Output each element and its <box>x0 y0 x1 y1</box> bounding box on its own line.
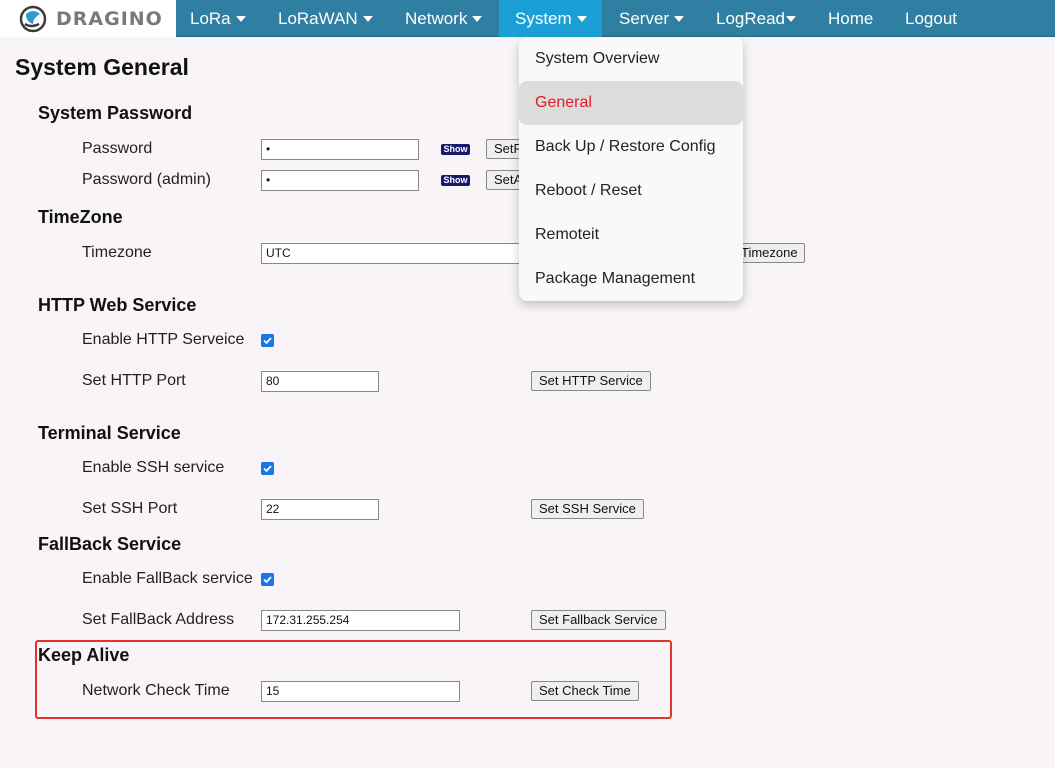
page-title: System General <box>15 54 189 80</box>
checkmark-icon <box>263 465 272 473</box>
password-label: Password <box>82 140 153 157</box>
password-admin-label: Password (admin) <box>82 171 211 188</box>
fallback-address-label: Set FallBack Address <box>82 611 235 628</box>
dragino-logo-icon <box>19 5 47 32</box>
enable-ssh-checkbox[interactable] <box>261 462 274 475</box>
caret-down-icon <box>786 15 797 22</box>
fallback-service-heading: FallBack Service <box>38 534 182 554</box>
nav-network-label: Network <box>405 9 468 28</box>
nav-logread[interactable]: LogRead <box>704 0 808 37</box>
nav-home-label: Home <box>828 9 874 28</box>
caret-down-icon <box>235 15 246 22</box>
http-port-input[interactable]: 80 <box>261 371 379 392</box>
logo-text: DRAGINO <box>56 7 163 30</box>
http-port-label: Set HTTP Port <box>82 372 186 389</box>
nav-server[interactable]: Server <box>607 0 696 37</box>
terminal-service-heading: Terminal Service <box>38 423 181 443</box>
nav-home[interactable]: Home <box>816 0 885 37</box>
enable-fallback-label: Enable FallBack service <box>82 570 253 587</box>
menu-item-system-overview[interactable]: System Overview <box>519 37 743 81</box>
caret-down-icon <box>472 15 483 22</box>
nav-lora-label: LoRa <box>190 9 231 28</box>
timezone-heading: TimeZone <box>38 207 123 227</box>
menu-item-reboot-reset[interactable]: Reboot / Reset <box>519 169 743 213</box>
caret-down-icon <box>674 15 685 22</box>
keep-alive-heading: Keep Alive <box>38 645 130 665</box>
set-check-time-button[interactable]: Set Check Time <box>531 681 639 701</box>
caret-down-icon <box>362 15 373 22</box>
checkmark-icon <box>263 576 272 584</box>
dragino-logo[interactable]: DRAGINO <box>0 0 176 37</box>
menu-item-package-management[interactable]: Package Management <box>519 257 743 301</box>
menu-item-remoteit[interactable]: Remoteit <box>519 213 743 257</box>
show-admin-password-button[interactable]: Show <box>441 175 470 186</box>
timezone-select[interactable]: UTC <box>261 243 531 264</box>
nav-logread-label: LogRead <box>716 9 786 28</box>
set-http-service-button[interactable]: Set HTTP Service <box>531 371 651 391</box>
nav-system[interactable]: System <box>499 0 602 37</box>
enable-http-label: Enable HTTP Serveice <box>82 331 245 348</box>
menu-item-backup-restore[interactable]: Back Up / Restore Config <box>519 125 743 169</box>
enable-ssh-label: Enable SSH service <box>82 459 225 476</box>
password-admin-input[interactable]: • <box>261 170 419 191</box>
nav-logout[interactable]: Logout <box>893 0 969 37</box>
ssh-port-label: Set SSH Port <box>82 500 178 517</box>
network-check-time-input[interactable]: 15 <box>261 681 460 702</box>
show-password-button[interactable]: Show <box>441 144 470 155</box>
enable-http-checkbox[interactable] <box>261 334 274 347</box>
nav-lora[interactable]: LoRa <box>178 0 258 37</box>
set-fallback-service-button[interactable]: Set Fallback Service <box>531 610 666 630</box>
system-dropdown-menu: System Overview General Back Up / Restor… <box>519 37 743 301</box>
set-ssh-service-button[interactable]: Set SSH Service <box>531 499 644 519</box>
checkmark-icon <box>263 337 272 345</box>
ssh-port-input[interactable]: 22 <box>261 499 379 520</box>
keep-alive-highlight-box <box>35 640 672 719</box>
password-input[interactable]: • <box>261 139 419 160</box>
menu-item-general[interactable]: General <box>519 81 743 125</box>
enable-fallback-checkbox[interactable] <box>261 573 274 586</box>
caret-down-icon <box>576 15 587 22</box>
nav-lorawan[interactable]: LoRaWAN <box>266 0 385 37</box>
top-navbar: DRAGINO LoRa LoRaWAN Network System Serv… <box>0 0 1055 37</box>
network-check-time-label: Network Check Time <box>82 682 230 699</box>
nav-server-label: Server <box>619 9 670 28</box>
system-password-heading: System Password <box>38 103 193 123</box>
fallback-address-input[interactable]: 172.31.255.254 <box>261 610 460 631</box>
http-web-service-heading: HTTP Web Service <box>38 295 197 315</box>
nav-logout-label: Logout <box>905 9 957 28</box>
nav-network[interactable]: Network <box>393 0 494 37</box>
timezone-label: Timezone <box>82 244 152 261</box>
nav-lorawan-label: LoRaWAN <box>278 9 358 28</box>
nav-system-label: System <box>515 9 572 28</box>
